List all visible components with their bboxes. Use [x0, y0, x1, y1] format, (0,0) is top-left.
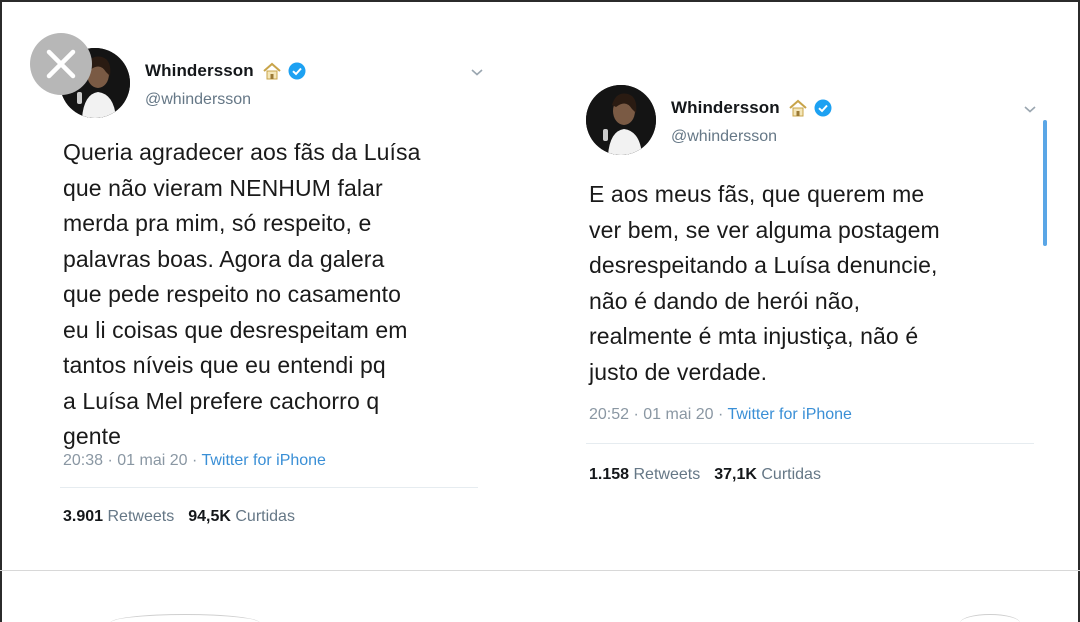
chevron-down-icon[interactable]	[1022, 101, 1038, 117]
scrollbar[interactable]	[1043, 120, 1047, 246]
close-button[interactable]	[30, 33, 92, 95]
chevron-down-icon[interactable]	[469, 64, 485, 80]
retweets-count[interactable]: 1.158	[589, 466, 629, 483]
display-name[interactable]: Whindersson	[145, 61, 254, 81]
tweet-text: E aos meus fãs, que querem me ver bem, s…	[589, 181, 940, 385]
likes-count[interactable]: 94,5K	[188, 508, 231, 525]
handle[interactable]: @whindersson	[671, 128, 777, 146]
divider	[60, 487, 478, 488]
likes-label[interactable]: Curtidas	[761, 466, 821, 483]
page-divider	[0, 570, 1080, 571]
tweet-timestamp[interactable]: 20:52 · 01 mai 20 ·	[589, 406, 727, 423]
tweet-source-link[interactable]: Twitter for iPhone	[727, 406, 852, 423]
divider	[586, 443, 1034, 444]
close-x-icon	[46, 49, 76, 79]
handle[interactable]: @whindersson	[145, 91, 251, 109]
tweet-timestamp[interactable]: 20:38 · 01 mai 20 ·	[63, 452, 201, 469]
likes-label[interactable]: Curtidas	[235, 508, 295, 525]
tweet-stats: 3.901 Retweets 94,5K Curtidas	[63, 508, 295, 526]
tweet-source-link[interactable]: Twitter for iPhone	[201, 452, 326, 469]
tweet-text: Queria agradecer aos fãs da Luísa que nã…	[63, 139, 421, 449]
tweet-stats: 1.158 Retweets 37,1K Curtidas	[589, 466, 821, 484]
house-emoji-icon	[788, 98, 808, 118]
tweet-meta: 20:52 · 01 mai 20 · Twitter for iPhone	[589, 406, 852, 424]
house-emoji-icon	[262, 61, 282, 81]
display-name[interactable]: Whindersson	[671, 98, 780, 118]
verified-badge-icon	[288, 62, 306, 80]
avatar[interactable]	[586, 85, 656, 155]
tweet-meta: 20:38 · 01 mai 20 · Twitter for iPhone	[63, 452, 326, 470]
verified-badge-icon	[814, 99, 832, 117]
avatar-photo	[586, 85, 656, 155]
likes-count[interactable]: 37,1K	[714, 466, 757, 483]
retweets-label[interactable]: Retweets	[634, 466, 701, 483]
retweets-count[interactable]: 3.901	[63, 508, 103, 525]
retweets-label[interactable]: Retweets	[108, 508, 175, 525]
